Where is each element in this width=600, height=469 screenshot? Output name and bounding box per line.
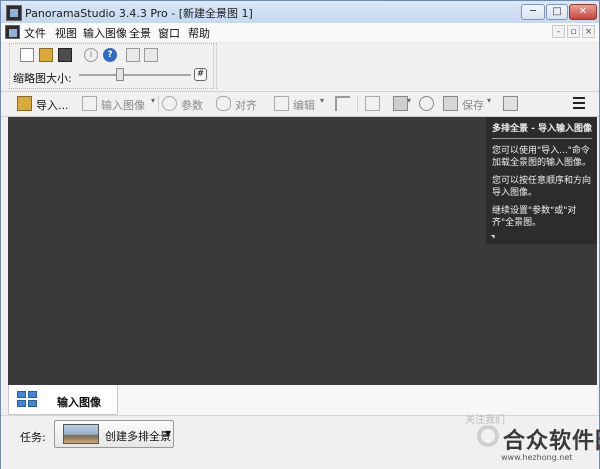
menu-file[interactable]: 文件: [24, 25, 46, 41]
mdi-restore-button[interactable]: ▫: [567, 25, 580, 38]
render-button[interactable]: [419, 96, 438, 112]
thumbnail-size-slider-track[interactable]: [79, 74, 191, 76]
help-panel-title: 多排全景 - 导入输入图像: [492, 121, 592, 139]
import-icon: [17, 96, 32, 111]
edit-button[interactable]: 编辑: [274, 96, 315, 112]
thumbnail-size-label: 缩略图大小:: [13, 72, 72, 85]
ribbon-divider: [216, 43, 218, 89]
task-dropdown[interactable]: 创建多排全景 ▼: [54, 420, 174, 448]
redo-icon[interactable]: [144, 48, 158, 62]
chevron-down-icon: ▼: [165, 429, 172, 438]
export-button[interactable]: [365, 96, 384, 112]
mdi-minimize-button[interactable]: -: [552, 25, 565, 38]
save-dropdown[interactable]: ▾: [487, 96, 491, 112]
save-panorama-icon: [443, 96, 458, 111]
help-panel-paragraph-2: 您可以按任意顺序和方向导入图像。: [492, 176, 592, 198]
menu-help[interactable]: 帮助: [188, 25, 210, 41]
save-panorama-button[interactable]: 保存: [443, 96, 484, 112]
menu-window[interactable]: 窗口: [158, 25, 180, 41]
layout-dropdown[interactable]: ▾: [407, 96, 411, 112]
tab-input-images[interactable]: 输入图像: [8, 385, 118, 415]
input-images-dropdown[interactable]: ▾: [151, 96, 155, 112]
input-images-icon: [82, 96, 97, 111]
toolbar-separator-2: [357, 96, 358, 112]
print-icon: [503, 96, 518, 111]
image-grid-icon: [17, 391, 39, 408]
edit-label: 编辑: [293, 99, 315, 112]
task-dropdown-value: 创建多排全景: [105, 430, 171, 443]
window-title: PanoramaStudio 3.4.3 Pro - [新建全景图 1]: [25, 7, 253, 20]
new-file-icon[interactable]: [20, 48, 34, 62]
save-icon[interactable]: [58, 48, 72, 62]
title-bar[interactable]: PanoramaStudio 3.4.3 Pro - [新建全景图 1] ─ □…: [1, 1, 599, 23]
watermark-logo-icon: [477, 425, 499, 447]
align-label: 对齐: [235, 99, 257, 112]
tab-input-images-label: 输入图像: [57, 396, 101, 409]
watermark-url: www.hezhong.net: [501, 453, 573, 462]
quick-ribbon: i ? 缩略图大小: #: [1, 41, 599, 92]
print-button[interactable]: [503, 96, 522, 112]
toolbar-separator-1: [158, 96, 159, 112]
help-icon[interactable]: ?: [103, 48, 117, 62]
panorama-thumbnail-icon: [63, 424, 99, 444]
menu-panorama[interactable]: 全景: [129, 25, 151, 41]
app-icon[interactable]: [6, 5, 22, 21]
edit-dropdown[interactable]: ▾: [320, 96, 324, 112]
mdi-close-button[interactable]: ×: [582, 25, 595, 38]
params-icon: [162, 96, 177, 111]
align-button[interactable]: 对齐: [216, 96, 257, 112]
watermark: 关注我们 合众软件园 www.hezhong.net: [465, 415, 600, 467]
params-label: 参数: [181, 99, 203, 112]
menu-view[interactable]: 视图: [55, 25, 77, 41]
zoom-icon[interactable]: #: [194, 68, 207, 81]
help-panel: 多排全景 - 导入输入图像 您可以使用"导入..."命令加载全景图的输入图像。 …: [486, 117, 597, 245]
close-button[interactable]: ✕: [569, 4, 597, 20]
crop-icon: [335, 96, 350, 111]
import-button[interactable]: 导入...: [17, 96, 69, 112]
info-icon[interactable]: i: [84, 48, 98, 62]
import-label: 导入...: [36, 99, 69, 112]
params-button[interactable]: 参数: [162, 96, 203, 112]
menu-input-images[interactable]: 输入图像: [83, 25, 127, 41]
align-icon: [216, 96, 231, 111]
expand-icon[interactable]: ⌝: [491, 235, 495, 245]
undo-icon[interactable]: [126, 48, 140, 62]
menu-bar: 文件 视图 输入图像 全景 窗口 帮助 - ▫ ×: [1, 23, 599, 42]
layout-icon: [393, 96, 408, 111]
minimize-button[interactable]: ─: [521, 4, 545, 20]
main-toolbar: 导入... 输入图像 ▾ 参数 对齐 编辑 ▾ ▾ 保存 ▾: [1, 92, 599, 117]
task-label: 任务:: [20, 431, 46, 444]
render-icon: [419, 96, 434, 111]
hamburger-menu-icon[interactable]: [573, 97, 585, 109]
app-window: PanoramaStudio 3.4.3 Pro - [新建全景图 1] ─ □…: [0, 0, 600, 469]
help-panel-paragraph-1: 您可以使用"导入..."命令加载全景图的输入图像。: [492, 146, 592, 168]
save-panorama-label: 保存: [462, 99, 484, 112]
thumbnail-size-slider-thumb[interactable]: [116, 68, 124, 81]
input-images-label: 输入图像: [101, 99, 145, 112]
watermark-text: 合众软件园: [503, 429, 600, 454]
open-folder-icon[interactable]: [39, 48, 53, 62]
input-images-button[interactable]: 输入图像: [82, 96, 145, 112]
watermark-faint-text: 关注我们: [465, 415, 505, 426]
crop-button[interactable]: [335, 96, 354, 112]
maximize-button[interactable]: □: [546, 4, 568, 20]
edit-icon: [274, 96, 289, 111]
help-panel-paragraph-3: 继续设置"参数"或"对齐"全景图。: [492, 206, 577, 228]
doc-icon[interactable]: [5, 25, 20, 39]
export-icon: [365, 96, 380, 111]
